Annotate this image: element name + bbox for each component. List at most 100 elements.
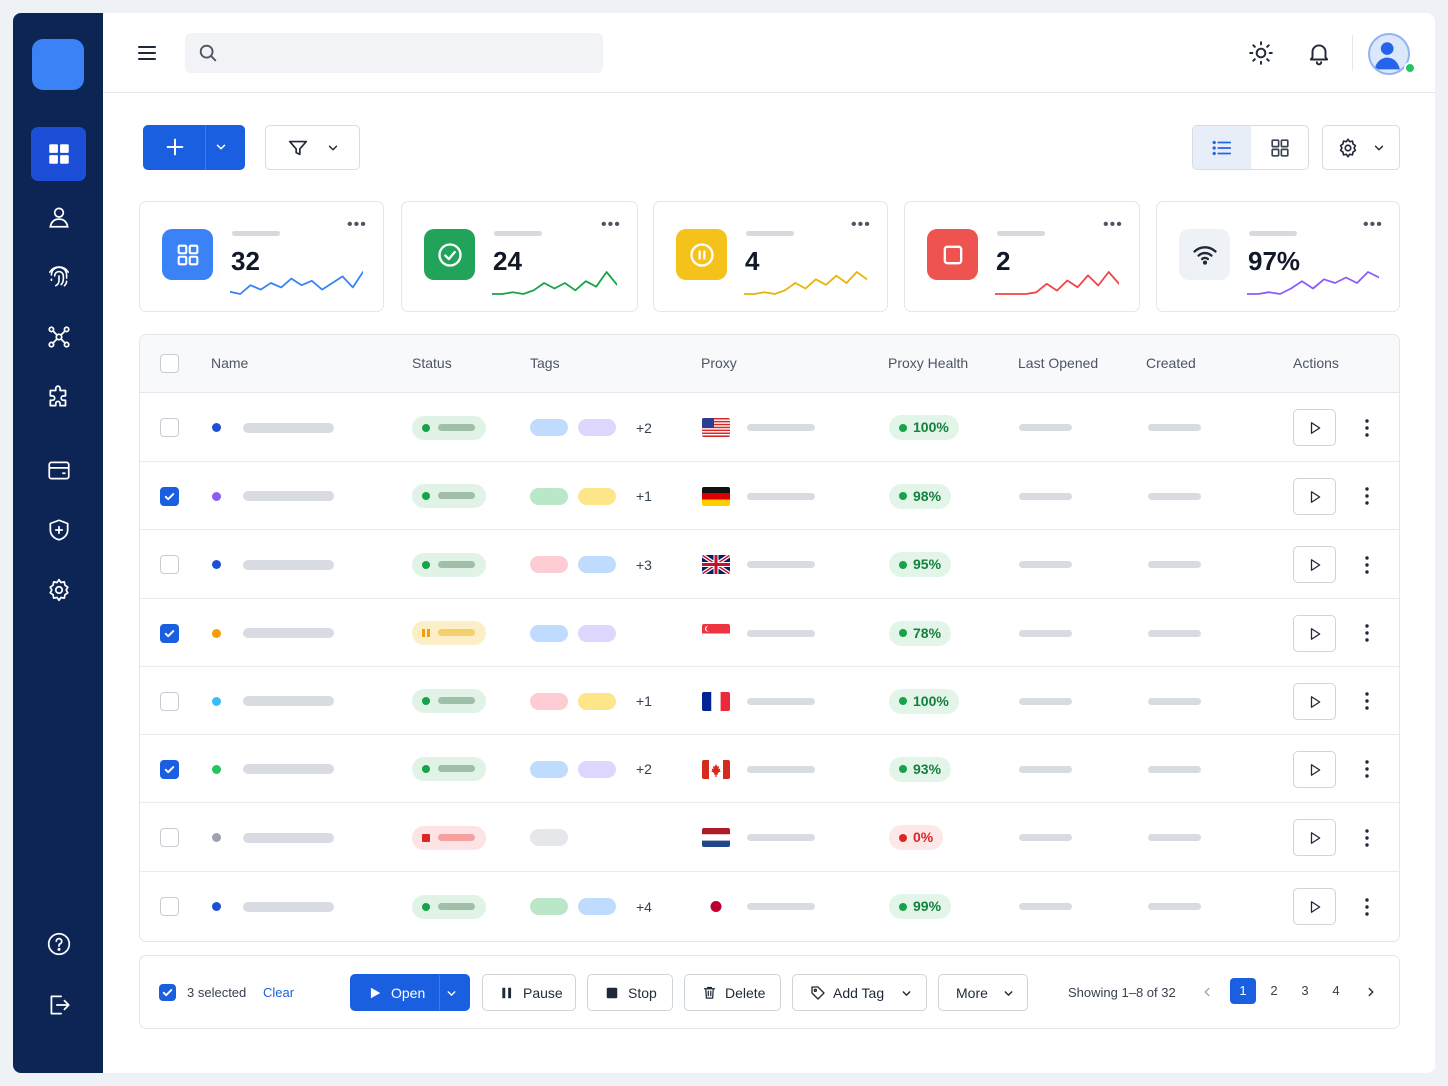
profile-name-placeholder[interactable] <box>243 832 334 843</box>
tag-chip[interactable] <box>530 419 568 436</box>
app-logo[interactable] <box>32 39 84 90</box>
row-checkbox[interactable] <box>160 418 179 437</box>
sidebar-item-help[interactable] <box>31 917 86 971</box>
launch-profile-button[interactable] <box>1293 614 1336 652</box>
tag-chip[interactable] <box>578 624 616 642</box>
more-vertical-icon[interactable] <box>1358 417 1376 439</box>
profile-name-placeholder[interactable] <box>243 491 334 501</box>
more-button[interactable]: More <box>938 974 1028 1011</box>
row-checkbox[interactable] <box>160 828 179 847</box>
column-proxy[interactable]: Proxy <box>701 355 737 371</box>
tag-chip[interactable] <box>530 556 568 573</box>
table-row[interactable]: 78% <box>140 599 1399 667</box>
sidebar-item-dashboard[interactable] <box>31 127 86 181</box>
active-profiles-card[interactable]: 24 ••• <box>401 201 638 312</box>
more-vertical-icon[interactable] <box>1358 827 1376 849</box>
search-input[interactable] <box>229 33 595 73</box>
proxy-uptime-card[interactable]: 97% ••• <box>1156 201 1400 312</box>
launch-profile-button[interactable] <box>1293 409 1336 446</box>
total-profiles-card[interactable]: 32 ••• <box>139 201 384 312</box>
table-row[interactable]: +2 100% <box>140 393 1399 462</box>
page-2-button[interactable]: 2 <box>1261 978 1287 1004</box>
stopped-profiles-card[interactable]: 2 ••• <box>904 201 1140 312</box>
launch-profile-button[interactable] <box>1293 819 1336 856</box>
table-row[interactable]: +2 93% <box>140 735 1399 803</box>
profile-name-placeholder[interactable] <box>243 422 334 433</box>
table-row[interactable]: +3 95% <box>140 530 1399 599</box>
sidebar-item-logout[interactable] <box>31 978 86 1032</box>
column-tags[interactable]: Tags <box>530 355 560 371</box>
add-tag-button[interactable]: Add Tag <box>792 974 927 1011</box>
sun-icon[interactable] <box>1248 40 1274 66</box>
more-tags-count[interactable]: +4 <box>636 899 652 915</box>
paused-profiles-card[interactable]: 4 ••• <box>653 201 888 312</box>
sidebar-item-fingerprint[interactable] <box>31 250 86 304</box>
tag-chip[interactable] <box>578 487 616 505</box>
tag-chip[interactable] <box>530 829 568 846</box>
page-1-button[interactable]: 1 <box>1230 978 1256 1004</box>
list-view-button[interactable] <box>1193 126 1251 169</box>
tag-chip[interactable] <box>578 898 616 915</box>
add-profile-button[interactable] <box>143 125 245 170</box>
more-tags-count[interactable]: +2 <box>636 761 652 777</box>
menu-icon[interactable] <box>135 41 159 65</box>
more-vertical-icon[interactable] <box>1358 690 1376 712</box>
select-all-checkbox[interactable] <box>160 354 179 373</box>
more-vertical-icon[interactable] <box>1358 758 1376 780</box>
profile-name-placeholder[interactable] <box>243 764 334 774</box>
tag-chip[interactable] <box>578 692 616 710</box>
more-vertical-icon[interactable] <box>1358 554 1376 576</box>
launch-profile-button[interactable] <box>1293 477 1336 515</box>
table-settings-button[interactable] <box>1322 125 1400 170</box>
more-tags-count[interactable]: +1 <box>636 488 652 504</box>
table-row[interactable]: 0% <box>140 803 1399 872</box>
column-status[interactable]: Status <box>412 355 452 371</box>
table-row[interactable]: +1 98% <box>140 462 1399 530</box>
more-options-icon[interactable]: ••• <box>1103 216 1123 234</box>
more-options-icon[interactable]: ••• <box>601 216 621 234</box>
profile-name-placeholder[interactable] <box>243 559 334 570</box>
tag-chip[interactable] <box>530 487 568 505</box>
row-checkbox[interactable] <box>160 897 179 916</box>
sidebar-item-wallet[interactable] <box>31 443 86 497</box>
column-proxy-health[interactable]: Proxy Health <box>888 355 968 371</box>
tag-chip[interactable] <box>578 419 616 436</box>
launch-profile-button[interactable] <box>1293 682 1336 720</box>
row-checkbox[interactable] <box>160 691 179 711</box>
table-row[interactable]: +1 100% <box>140 667 1399 735</box>
more-options-icon[interactable]: ••• <box>347 216 367 234</box>
tag-chip[interactable] <box>578 556 616 573</box>
sidebar-item-puzzle[interactable] <box>31 370 86 424</box>
column-last-opened[interactable]: Last Opened <box>1018 355 1098 371</box>
row-checkbox[interactable] <box>160 759 179 779</box>
chevron-down-icon[interactable] <box>445 987 458 1000</box>
column-name[interactable]: Name <box>211 355 248 371</box>
more-options-icon[interactable]: ••• <box>851 216 871 234</box>
open-button[interactable]: Open <box>350 974 470 1011</box>
profile-name-placeholder[interactable] <box>243 901 334 912</box>
profile-name-placeholder[interactable] <box>243 696 334 706</box>
more-tags-count[interactable]: +3 <box>636 557 652 573</box>
more-options-icon[interactable]: ••• <box>1363 216 1383 234</box>
selected-checkbox[interactable] <box>159 984 176 1001</box>
profile-name-placeholder[interactable] <box>243 628 334 638</box>
search-bar[interactable] <box>185 33 603 73</box>
tag-chip[interactable] <box>530 898 568 915</box>
launch-profile-button[interactable] <box>1293 888 1336 925</box>
clear-selection-link[interactable]: Clear <box>263 985 294 1000</box>
more-tags-count[interactable]: +2 <box>636 420 652 436</box>
launch-profile-button[interactable] <box>1293 546 1336 583</box>
row-checkbox[interactable] <box>160 486 179 506</box>
stop-button[interactable]: Stop <box>587 974 673 1011</box>
chevron-right-icon[interactable] <box>1364 985 1378 999</box>
page-4-button[interactable]: 4 <box>1323 978 1349 1004</box>
chevron-down-icon[interactable] <box>214 140 228 154</box>
grid-view-button[interactable] <box>1251 126 1308 169</box>
sidebar-item-user[interactable] <box>31 190 86 244</box>
bell-icon[interactable] <box>1306 40 1332 66</box>
table-row[interactable]: +4 99% <box>140 872 1399 941</box>
pause-button[interactable]: Pause <box>482 974 576 1011</box>
sidebar-item-network[interactable] <box>31 310 86 364</box>
launch-profile-button[interactable] <box>1293 750 1336 788</box>
more-vertical-icon[interactable] <box>1358 896 1376 918</box>
